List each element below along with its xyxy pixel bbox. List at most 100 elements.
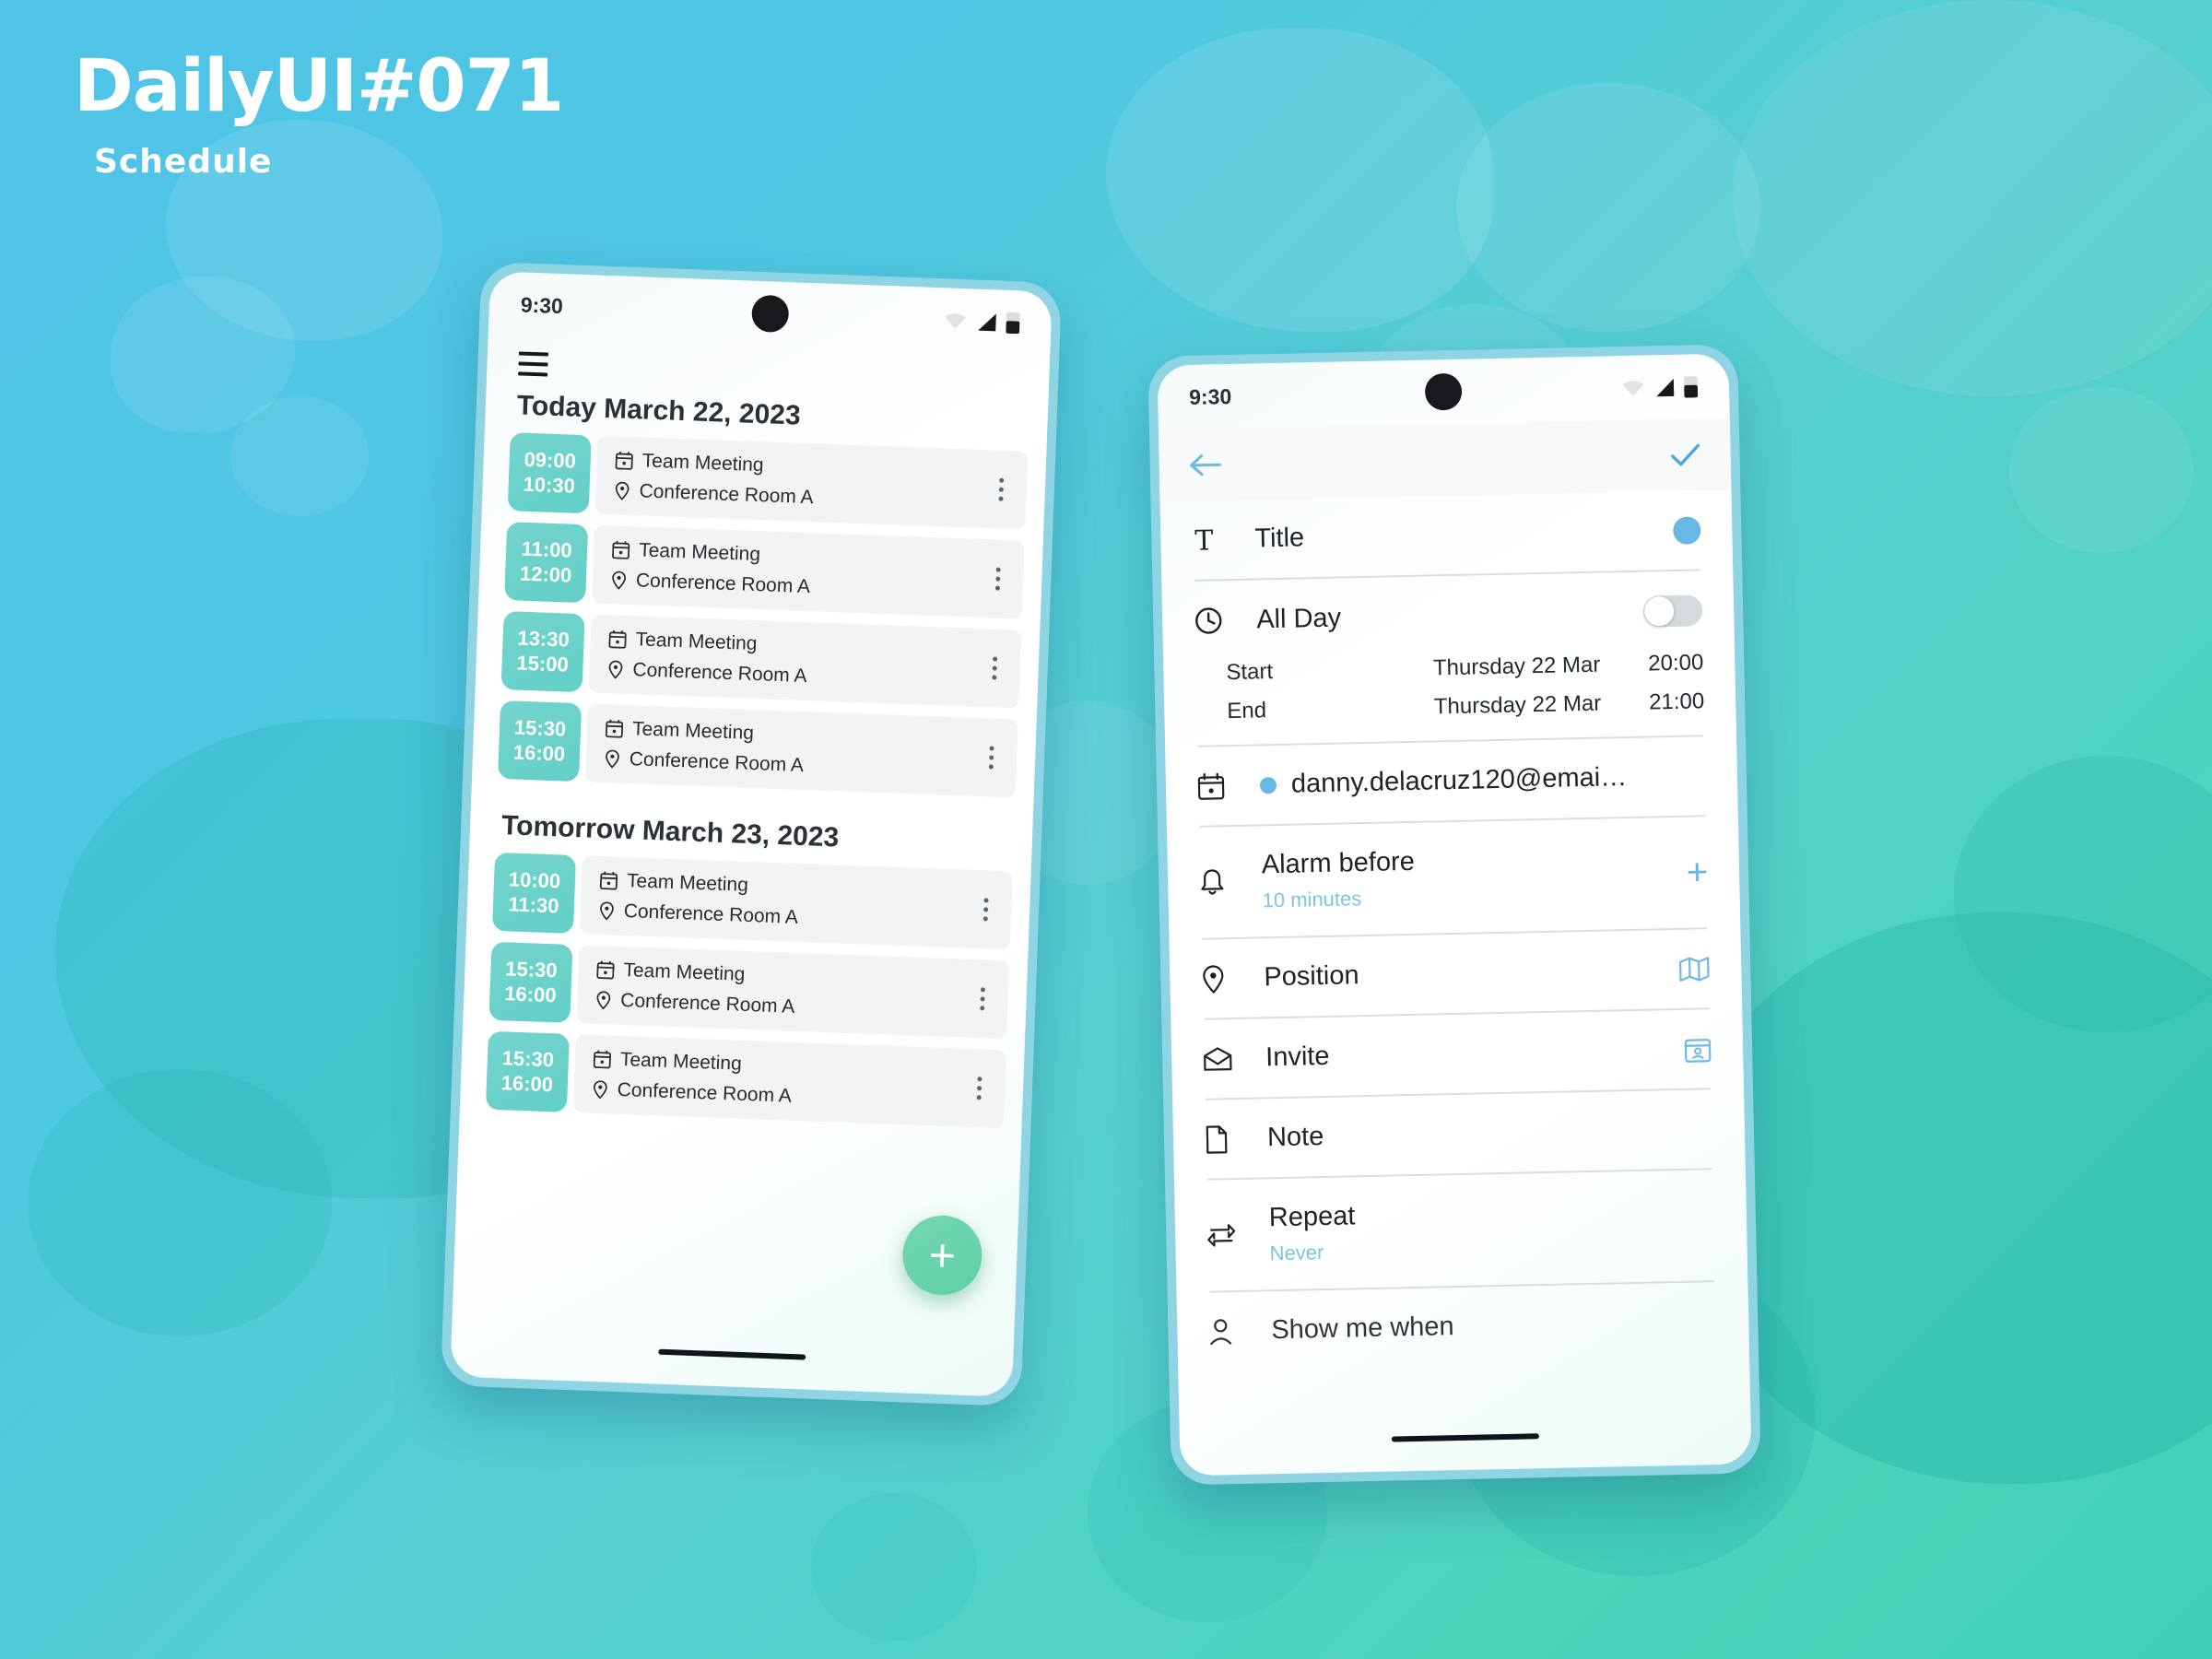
position-label: Position: [1264, 960, 1359, 993]
background-decoration: [0, 0, 2212, 1659]
event-time-block: 09:00 10:30: [507, 432, 592, 514]
camera-punch-hole: [750, 294, 790, 334]
location-pin-icon: [600, 901, 614, 921]
detail-row-all-day[interactable]: All Day: [1161, 571, 1735, 662]
all-day-toggle[interactable]: [1642, 594, 1703, 628]
status-time: 9:30: [1188, 383, 1232, 409]
event-detail-list: T Title All Day Start Thursday 22 Mar 20…: [1160, 490, 1750, 1372]
event-location: Conference Room A: [632, 659, 807, 688]
event-title: Team Meeting: [623, 959, 746, 985]
event-time-block: 15:30 16:00: [498, 700, 582, 782]
document-icon: [1205, 1124, 1268, 1154]
hamburger-menu-button[interactable]: [487, 335, 559, 384]
repeat-icon: [1206, 1220, 1270, 1249]
event-end-time: 11:30: [508, 892, 559, 918]
detail-title-label: Title: [1254, 523, 1305, 554]
event-card[interactable]: Team Meeting Conference Room A: [572, 1034, 1006, 1129]
event-card[interactable]: Team Meeting Conference Room A: [588, 614, 1022, 709]
event-title: Team Meeting: [626, 870, 749, 896]
map-icon[interactable]: [1678, 956, 1711, 982]
event-more-options-icon[interactable]: [983, 477, 1018, 501]
location-pin-icon: [593, 1080, 607, 1100]
event-start-time: 15:30: [501, 1046, 555, 1072]
location-pin-icon: [608, 660, 623, 679]
calendar-icon: [612, 540, 630, 559]
event-title: Team Meeting: [641, 450, 765, 477]
page-title: DailyUI#071: [74, 45, 564, 128]
person-icon: [1208, 1317, 1272, 1346]
event-title: Team Meeting: [619, 1048, 743, 1075]
event-start-time: 15:30: [504, 957, 559, 982]
event-row[interactable]: 15:30 16:00 Team Meeting Conference Room…: [485, 1030, 1006, 1129]
plus-icon[interactable]: +: [1686, 852, 1708, 892]
detail-row-title[interactable]: T Title: [1160, 490, 1734, 581]
event-card[interactable]: Team Meeting Conference Room A: [584, 703, 1018, 798]
event-card[interactable]: Team Meeting Conference Room A: [592, 524, 1025, 619]
end-date: Thursday 22 Mar: [1433, 690, 1602, 720]
event-more-options-icon[interactable]: [962, 1077, 996, 1100]
event-location: Conference Room A: [623, 900, 799, 928]
event-more-options-icon[interactable]: [965, 987, 999, 1011]
event-end-time: 16:00: [512, 740, 566, 766]
event-more-options-icon[interactable]: [977, 656, 1011, 680]
detail-row-alarm[interactable]: Alarm before 10 minutes +: [1167, 817, 1740, 939]
bell-icon: [1199, 866, 1263, 897]
event-start-time: 11:00: [521, 536, 573, 562]
event-time-block: 10:00 11:30: [491, 852, 577, 934]
event-row[interactable]: 15:30 16:00 Team Meeting Conference Room…: [488, 941, 1010, 1040]
event-end-time: 12:00: [519, 561, 572, 587]
calendar-icon: [605, 719, 624, 738]
detail-row-repeat[interactable]: Repeat Never: [1174, 1169, 1747, 1291]
repeat-value: Never: [1269, 1241, 1324, 1265]
event-start-time: 09:00: [524, 447, 577, 473]
event-location: Conference Room A: [617, 1078, 793, 1107]
event-row[interactable]: 11:00 12:00 Team Meeting Conference Room…: [504, 522, 1025, 619]
page-subtitle: Schedule: [94, 143, 273, 181]
plus-icon: +: [927, 1229, 958, 1282]
event-time-block: 13:30 15:00: [500, 611, 585, 693]
calendar-icon: [608, 629, 627, 649]
event-row[interactable]: 15:30 16:00 Team Meeting Conference Room…: [498, 700, 1018, 798]
end-time: 21:00: [1648, 688, 1705, 715]
event-end-time: 15:00: [516, 651, 570, 677]
battery-icon: [1006, 312, 1020, 334]
event-time-block: 15:30 16:00: [488, 941, 573, 1023]
clock-icon: [1194, 605, 1257, 635]
detail-time-rows: Start Thursday 22 Mar 20:00 End Thursday…: [1163, 650, 1736, 747]
detail-row-end[interactable]: End Thursday 22 Mar 21:00: [1195, 688, 1704, 725]
detail-row-show-me-when[interactable]: Show me when: [1177, 1281, 1750, 1371]
event-start-time: 15:30: [513, 715, 567, 741]
battery-icon: [1684, 375, 1699, 398]
event-start-time: 10:00: [508, 867, 561, 893]
check-icon[interactable]: [1669, 441, 1701, 468]
location-pin-icon: [615, 481, 629, 500]
add-event-fab[interactable]: +: [900, 1214, 983, 1297]
detail-row-calendar-account[interactable]: danny.delacruz120@emai…: [1165, 736, 1738, 827]
detail-row-invite[interactable]: Invite: [1171, 1008, 1744, 1099]
color-swatch[interactable]: [1673, 515, 1701, 545]
event-more-options-icon[interactable]: [981, 567, 1015, 591]
invite-label: Invite: [1265, 1041, 1330, 1073]
detail-row-note[interactable]: Note: [1172, 1088, 1746, 1179]
event-location: Conference Room A: [639, 480, 814, 509]
event-row[interactable]: 13:30 15:00 Team Meeting Conference Room…: [500, 611, 1022, 709]
location-pin-icon: [606, 749, 619, 769]
detail-row-position[interactable]: Position: [1170, 929, 1743, 1019]
hamburger-menu-icon: [518, 351, 548, 377]
camera-punch-hole: [1424, 372, 1463, 411]
detail-app-bar: [1158, 418, 1732, 502]
event-location: Conference Room A: [635, 570, 811, 598]
event-title: Team Meeting: [635, 629, 758, 655]
calendar-person-icon[interactable]: [1684, 1035, 1712, 1064]
alarm-label: Alarm before: [1261, 846, 1416, 880]
event-location: Conference Room A: [629, 748, 805, 777]
arrow-left-icon[interactable]: [1188, 451, 1224, 479]
status-bar: 9:30: [1157, 354, 1729, 430]
calendar-icon: [599, 871, 618, 890]
event-more-options-icon[interactable]: [974, 746, 1008, 770]
event-card[interactable]: Team Meeting Conference Room A: [579, 855, 1013, 950]
start-label: Start: [1226, 659, 1274, 686]
event-card[interactable]: Team Meeting Conference Room A: [576, 945, 1010, 1040]
event-card[interactable]: Team Meeting Conference Room A: [594, 435, 1029, 530]
event-more-options-icon[interactable]: [969, 898, 1003, 922]
